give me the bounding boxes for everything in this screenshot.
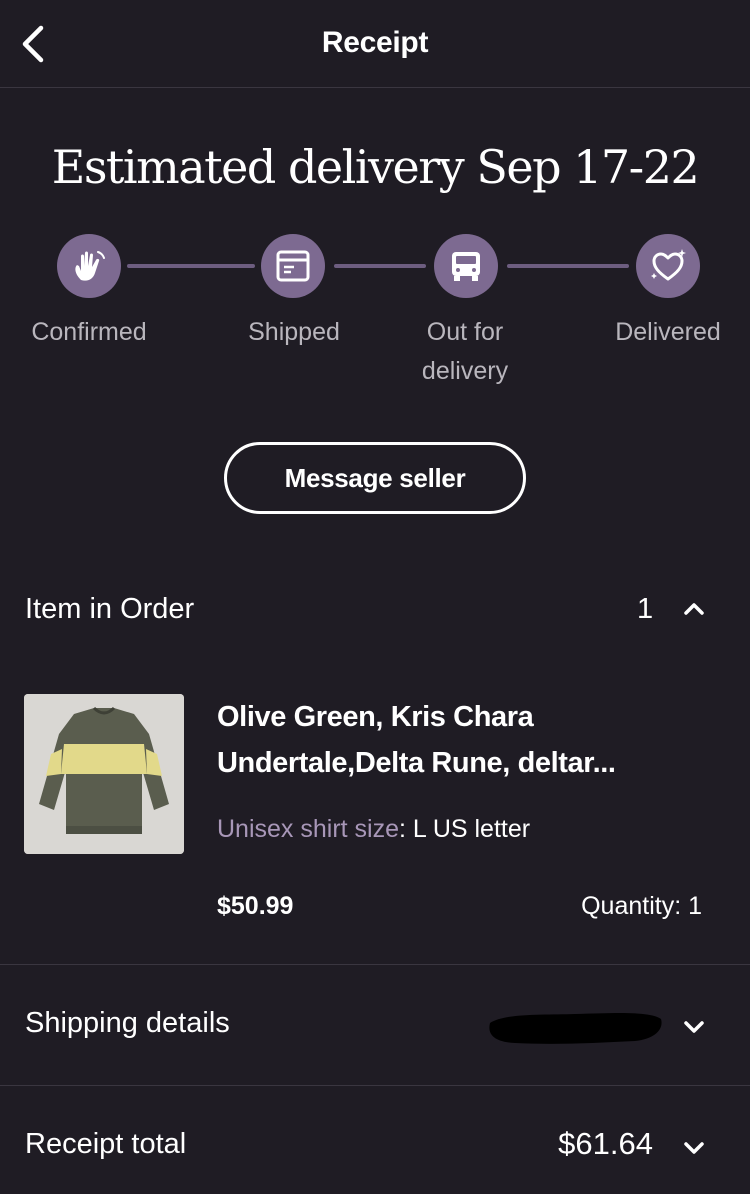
item-title-line: Undertale,Delta Rune, deltar... (217, 747, 616, 779)
step-confirmed (57, 234, 121, 298)
redacted-mark (489, 1013, 662, 1044)
page-title: Receipt (321, 26, 429, 59)
step-out-for-delivery (434, 234, 498, 298)
step-label-confirmed: Confirmed (31, 318, 147, 346)
estimated-delivery-heading: Estimated delivery Sep 17-22 (51, 140, 700, 194)
top-bar: Receipt (0, 0, 750, 88)
receipt-total-amount: $61.64 (558, 1126, 653, 1161)
heart-sparkle-icon (651, 249, 686, 281)
item-thumbnail[interactable] (24, 694, 184, 854)
progress-connector (127, 264, 255, 268)
chevron-down-icon (684, 1021, 704, 1033)
shipping-details-title: Shipping details (25, 1007, 230, 1039)
expand-shipping-button[interactable] (681, 1014, 707, 1040)
item-variation: Unisex shirt size: L US letter (217, 815, 530, 844)
message-seller-button[interactable]: Message seller (224, 442, 526, 514)
variation-value: : L US letter (399, 815, 531, 843)
item-price: $50.99 (217, 892, 294, 920)
step-delivered (636, 234, 700, 298)
wave-hand-icon (75, 251, 105, 281)
item-count: 1 (637, 593, 654, 625)
step-label-shipped: Shipped (248, 318, 340, 346)
item-title[interactable]: Olive Green, Kris Chara Undertale,Delta … (217, 694, 697, 786)
sweatshirt-image (24, 694, 184, 854)
shipping-details-row[interactable]: Shipping details (0, 965, 750, 1085)
package-icon (276, 250, 310, 282)
progress-connector (334, 264, 426, 268)
step-label-out-for-delivery: Out for delivery (390, 313, 540, 391)
step-label-line: delivery (421, 357, 509, 385)
expand-receipt-button[interactable] (681, 1135, 707, 1161)
receipt-total-row[interactable]: Receipt total $61.64 (0, 1086, 750, 1194)
receipt-total-title: Receipt total (25, 1128, 187, 1160)
step-shipped (261, 234, 325, 298)
item-title-line: Olive Green, Kris Chara (217, 701, 534, 733)
step-label-line: Out for (426, 318, 504, 346)
item-in-order-title: Item in Order (25, 593, 195, 625)
truck-icon (452, 252, 480, 281)
variation-label: Unisex shirt size (217, 815, 399, 843)
collapse-items-button[interactable] (681, 596, 707, 622)
item-quantity: Quantity: 1 (581, 892, 702, 920)
step-label-delivered: Delivered (615, 318, 721, 346)
progress-connector (507, 264, 629, 268)
chevron-up-icon (684, 603, 704, 615)
chevron-down-icon (684, 1142, 704, 1154)
